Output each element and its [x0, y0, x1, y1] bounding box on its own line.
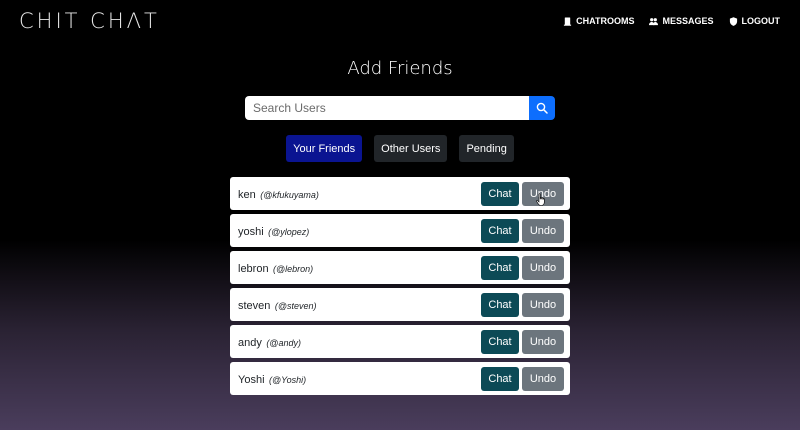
friend-actions: Chat Undo: [481, 218, 564, 243]
nav-messages[interactable]: MESSAGES: [649, 16, 714, 26]
friend-identity: Yoshi (@Yoshi): [238, 370, 306, 388]
friend-handle: (@Yoshi): [268, 374, 307, 385]
page-title: Add Friends: [347, 58, 453, 79]
friend-actions: Chat Undo: [481, 292, 564, 317]
undo-button[interactable]: Undo: [522, 366, 564, 391]
chat-button[interactable]: Chat: [481, 366, 519, 391]
friend-row: ken (@kfukuyama) Chat Undo: [230, 177, 570, 210]
undo-button[interactable]: Undo: [522, 255, 564, 280]
friend-row: yoshi (@ylopez) Chat Undo: [230, 214, 570, 247]
chat-button[interactable]: Chat: [481, 329, 519, 354]
friend-actions: Chat Undo: [481, 329, 564, 354]
friend-identity: andy (@andy): [238, 333, 301, 351]
tab-other-users[interactable]: Other Users: [374, 135, 448, 162]
friend-row: lebron (@lebron) Chat Undo: [230, 251, 570, 284]
chat-button[interactable]: Chat: [481, 181, 519, 206]
brand-logo[interactable]: CHIT CHΛT: [19, 9, 160, 33]
friend-handle: (@lebron): [273, 263, 314, 274]
friend-identity: yoshi (@ylopez): [238, 222, 309, 240]
tab-pending[interactable]: Pending: [459, 135, 514, 162]
friend-identity: steven (@steven): [238, 296, 317, 314]
friend-name: andy: [238, 336, 262, 349]
shield-icon: [729, 16, 737, 26]
search-bar: [245, 96, 555, 120]
chat-button[interactable]: Chat: [481, 218, 519, 243]
search-button[interactable]: [529, 96, 555, 120]
tab-your-friends[interactable]: Your Friends: [286, 135, 363, 162]
people-icon: [649, 17, 659, 25]
friend-handle: (@kfukuyama): [260, 189, 319, 200]
nav-logout-label: LOGOUT: [741, 16, 781, 26]
friend-actions: Chat Undo: [481, 181, 564, 206]
friend-handle: (@steven): [274, 300, 317, 311]
friend-handle: (@andy): [266, 337, 301, 348]
friend-identity: lebron (@lebron): [238, 259, 313, 277]
undo-button[interactable]: Undo: [522, 292, 564, 317]
friend-identity: ken (@kfukuyama): [238, 185, 319, 203]
friend-name: yoshi: [238, 225, 264, 238]
mouse-pointer-icon: [536, 193, 545, 206]
friend-name: Yoshi: [238, 373, 265, 386]
search-input[interactable]: [245, 96, 529, 120]
friend-name: ken: [238, 188, 256, 201]
friend-name: lebron: [238, 262, 269, 275]
friend-row: andy (@andy) Chat Undo: [230, 325, 570, 358]
friend-actions: Chat Undo: [481, 366, 564, 391]
search-icon: [536, 102, 548, 114]
chat-button[interactable]: Chat: [481, 292, 519, 317]
chatrooms-icon: [564, 16, 572, 26]
friend-handle: (@ylopez): [268, 226, 310, 237]
nav-chatrooms[interactable]: CHATROOMS: [563, 16, 634, 26]
nav-chatrooms-label: CHATROOMS: [576, 16, 635, 26]
chat-button[interactable]: Chat: [481, 255, 519, 280]
undo-button[interactable]: Undo: [522, 329, 564, 354]
friend-row: steven (@steven) Chat Undo: [230, 288, 570, 321]
nav-links: CHATROOMS MESSAGES LOGOUT: [563, 16, 780, 26]
undo-button[interactable]: Undo: [522, 218, 564, 243]
navbar: CHIT CHΛT CHATROOMS MESSAGES LOGOUT: [0, 0, 800, 42]
friend-actions: Chat Undo: [481, 255, 564, 280]
nav-messages-label: MESSAGES: [662, 16, 714, 26]
friend-row: Yoshi (@Yoshi) Chat Undo: [230, 362, 570, 395]
nav-logout[interactable]: LOGOUT: [729, 16, 781, 26]
friends-list: ken (@kfukuyama) Chat Undo yoshi (@ylope…: [230, 177, 570, 399]
friend-name: steven: [238, 299, 271, 312]
friend-tabs: Your Friends Other Users Pending: [0, 135, 800, 162]
